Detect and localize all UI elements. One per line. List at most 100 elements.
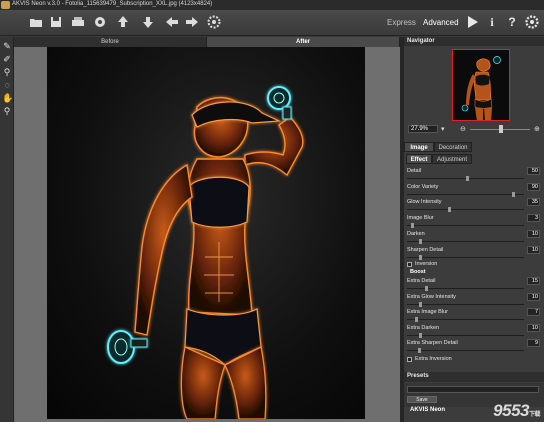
boost-group-title: Boost	[410, 269, 426, 275]
brush-icon[interactable]: ✎	[2, 41, 12, 51]
param-slider-track[interactable]	[407, 225, 524, 227]
window-title: AKVIS Neon v.3.0 - Fotolia_115639479_Sub…	[12, 1, 213, 7]
param-slider-track[interactable]	[407, 303, 524, 305]
param-slider-handle[interactable]	[419, 238, 422, 244]
param-value-field[interactable]: 10	[527, 245, 540, 254]
param-row: Extra Glow Intensity 10	[406, 292, 540, 308]
param-slider-track[interactable]	[407, 334, 524, 336]
param-slider-handle[interactable]	[415, 317, 418, 322]
undo-icon[interactable]	[164, 14, 180, 30]
site-watermark: 9553下载	[493, 401, 540, 421]
param-slider-handle[interactable]	[448, 207, 451, 213]
mode-express-tab[interactable]: Express	[387, 18, 416, 27]
param-label: Color Variety	[407, 183, 439, 190]
param-value-field[interactable]: 10	[527, 292, 540, 301]
param-slider-handle[interactable]	[411, 223, 414, 229]
param-value-field[interactable]: 90	[527, 182, 540, 191]
tab-before[interactable]: Before	[14, 37, 207, 47]
navigator-thumbnail[interactable]	[452, 49, 510, 121]
presets-header: Presets	[404, 372, 544, 382]
zoom-icon[interactable]: ⚲	[2, 106, 12, 116]
zoom-slider-handle[interactable]	[499, 125, 503, 133]
param-slider-track[interactable]	[407, 319, 524, 320]
mode-advanced-tab[interactable]: Advanced	[423, 18, 459, 27]
param-value-field[interactable]: 35	[527, 198, 540, 207]
preset-select[interactable]	[407, 386, 539, 393]
param-label: Darken	[407, 230, 425, 237]
param-row: Darken 10	[406, 229, 540, 245]
zoom-value-field[interactable]: 27.9%	[408, 125, 438, 133]
param-label: Glow Intensity	[407, 199, 442, 206]
param-value-field[interactable]: 10	[527, 323, 540, 332]
settings-panel: Navigator 27.9% ▾ ⊖ ⊕ Image Decoration E…	[404, 37, 544, 422]
download-icon[interactable]	[140, 14, 156, 30]
param-slider-handle[interactable]	[512, 191, 515, 197]
param-row: Detail 50	[406, 167, 540, 182]
tab-image[interactable]: Image	[404, 142, 434, 152]
print-icon[interactable]	[70, 14, 86, 30]
redo-icon[interactable]	[184, 14, 200, 30]
checkbox-box[interactable]	[407, 357, 412, 362]
param-value-field[interactable]: 50	[527, 167, 540, 175]
save-icon[interactable]	[48, 14, 64, 30]
param-label: Extra Darken	[407, 324, 440, 331]
view-tabs: Before After	[14, 37, 400, 47]
open-icon[interactable]	[28, 14, 44, 30]
preferences-icon[interactable]	[524, 14, 540, 30]
eraser-icon[interactable]: ✐	[2, 54, 12, 64]
inversion-label: Inversion	[415, 261, 438, 267]
param-slider-handle[interactable]	[418, 348, 421, 353]
param-label: Sharpen Detail	[407, 246, 444, 253]
zoom-in-icon[interactable]: ⊕	[534, 125, 540, 133]
panel-tabs: Image Decoration	[404, 142, 544, 152]
param-slider-handle[interactable]	[419, 254, 422, 260]
param-label: Image Blur	[407, 215, 434, 222]
param-value-field[interactable]: 15	[527, 277, 540, 285]
param-slider-handle[interactable]	[419, 301, 422, 307]
param-label: Detail	[407, 168, 422, 174]
tab-after[interactable]: After	[207, 37, 400, 47]
param-label: Extra Glow Intensity	[407, 293, 456, 300]
upload-icon[interactable]	[115, 14, 131, 30]
param-label: Extra Image Blur	[407, 309, 448, 315]
param-slider-handle[interactable]	[466, 176, 469, 181]
image-canvas[interactable]	[14, 47, 400, 422]
save-preset-button[interactable]: Save	[407, 396, 437, 403]
param-slider-track[interactable]	[407, 240, 524, 242]
tab-adjustment[interactable]: Adjustment	[432, 154, 472, 164]
param-slider-track[interactable]	[407, 350, 524, 351]
zoom-dropdown-icon[interactable]: ▾	[441, 125, 445, 133]
info-icon[interactable]: i	[484, 14, 500, 30]
help-icon[interactable]: ?	[504, 14, 520, 30]
dropper-icon[interactable]: ⚲	[2, 67, 12, 77]
param-slider-track[interactable]	[407, 209, 524, 211]
param-row: Extra Image Blur 7	[406, 308, 540, 323]
zoom-out-icon[interactable]: ⊖	[460, 125, 466, 133]
run-icon[interactable]	[464, 14, 480, 30]
param-value-field[interactable]: 9	[527, 339, 540, 347]
param-row: Color Variety 90	[406, 182, 540, 198]
param-slider-handle[interactable]	[419, 332, 422, 338]
toolbar: Express Advanced i ?	[0, 10, 544, 36]
param-value-field[interactable]: 10	[527, 229, 540, 238]
param-slider-track[interactable]	[407, 193, 524, 195]
hand-icon[interactable]: ✋	[2, 93, 13, 103]
param-slider-handle[interactable]	[425, 286, 428, 291]
settings-icon[interactable]	[206, 14, 222, 30]
param-label: Extra Sharpen Detail	[407, 340, 458, 346]
tab-decoration[interactable]: Decoration	[434, 142, 472, 152]
param-label: Extra Detail	[407, 278, 436, 284]
tab-effect[interactable]: Effect	[406, 154, 432, 164]
param-row: Extra Sharpen Detail 9	[406, 339, 540, 354]
param-value-field[interactable]: 7	[527, 308, 540, 316]
param-row: Sharpen Detail 10	[406, 245, 540, 261]
param-slider-track[interactable]	[407, 256, 524, 258]
share-icon[interactable]	[92, 14, 108, 30]
watermark-text: 9553	[493, 401, 529, 420]
param-value-field[interactable]: 3	[527, 214, 540, 223]
neon-photo	[47, 47, 365, 419]
title-bar: AKVIS Neon v.3.0 - Fotolia_115639479_Sub…	[0, 0, 544, 10]
checkbox-box[interactable]	[407, 262, 412, 267]
neon-figure-illustration	[107, 86, 304, 419]
lasso-icon[interactable]: ◌	[2, 80, 12, 90]
